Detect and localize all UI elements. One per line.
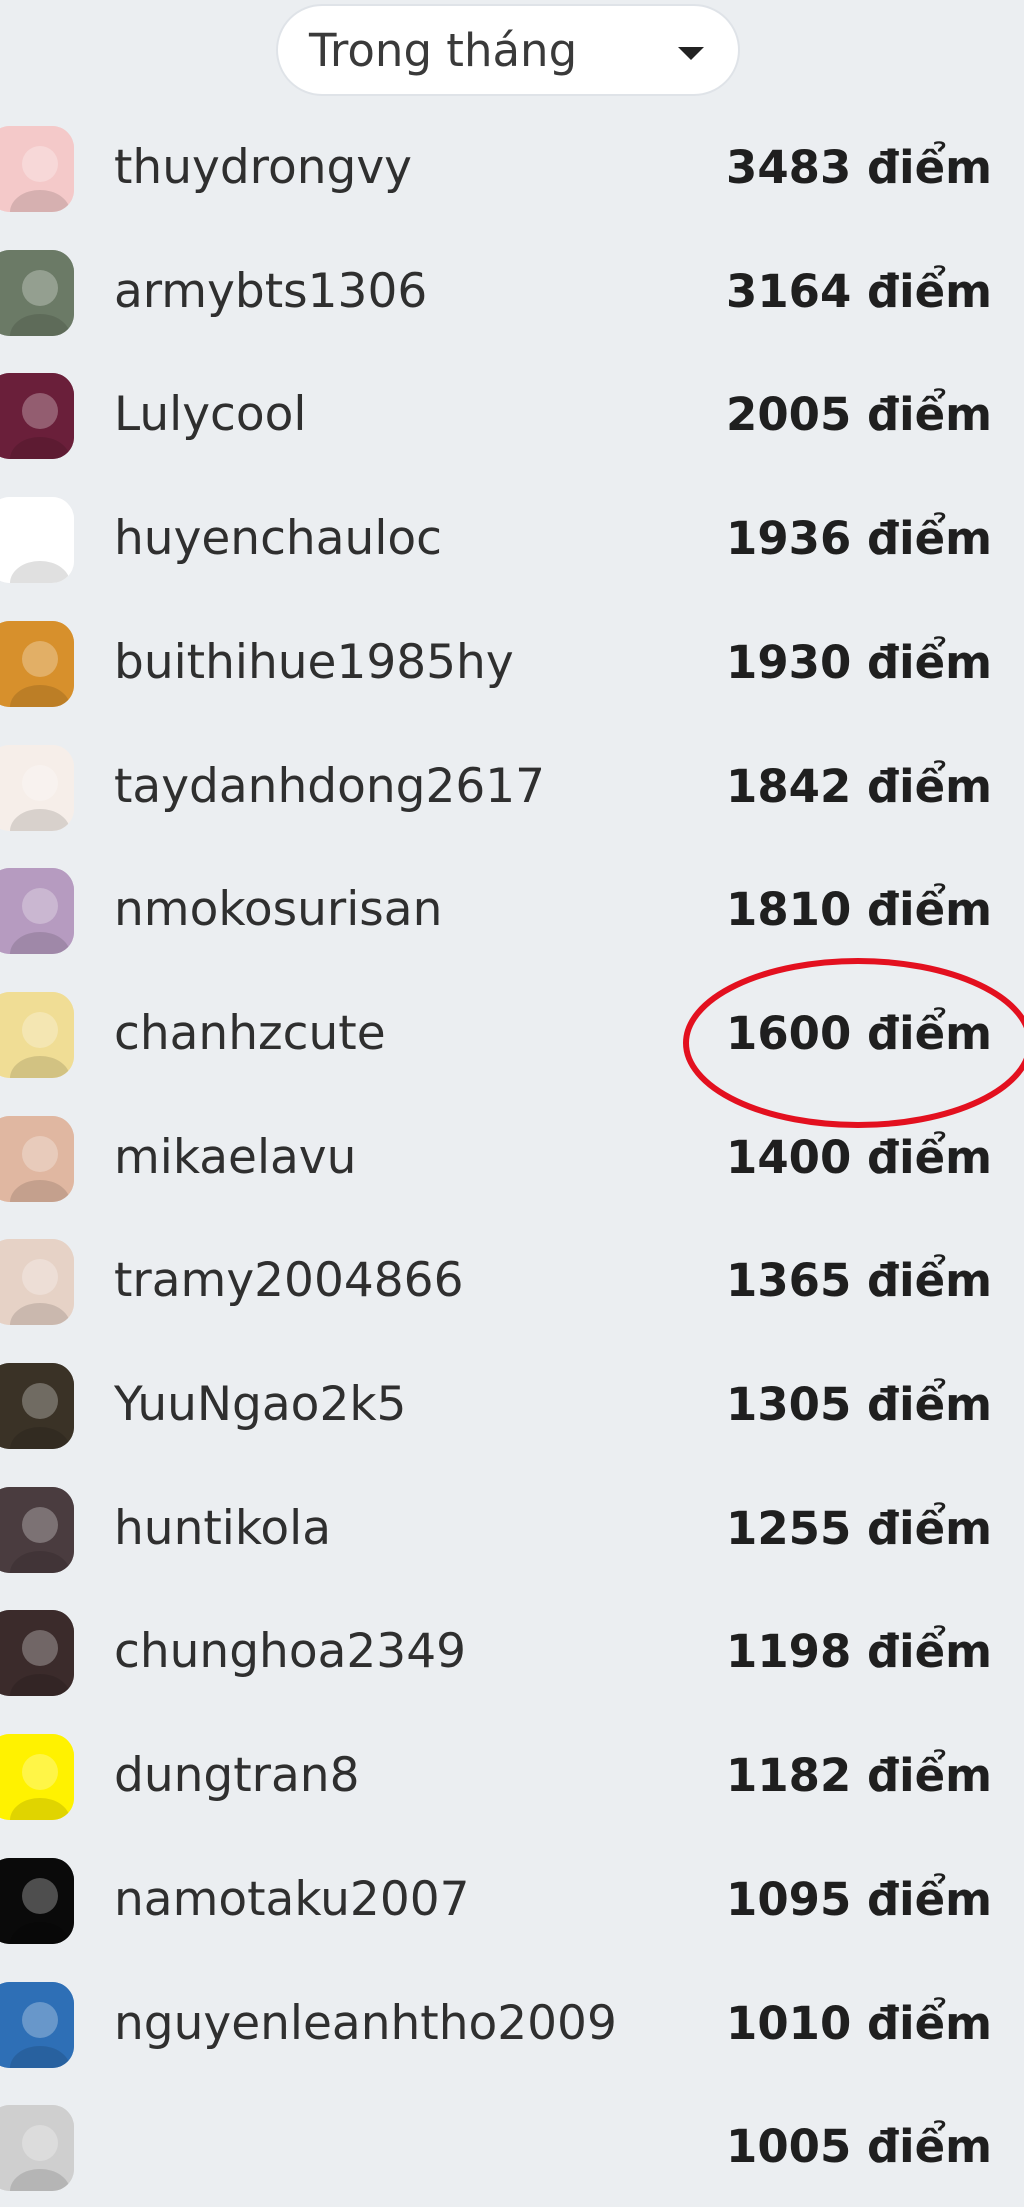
- avatar-image: [0, 250, 74, 336]
- avatar-image: [0, 1858, 74, 1944]
- username-link[interactable]: nmokosurisan: [114, 880, 442, 940]
- avatar-image: [0, 1239, 74, 1325]
- user-score: 1810 điểm: [726, 883, 992, 936]
- avatar-image: [0, 1487, 74, 1573]
- leaderboard-row[interactable]: nguyenleanhtho2009 1010 điểm: [0, 1966, 1024, 2084]
- avatar-image: [0, 2105, 74, 2191]
- leaderboard-row[interactable]: 1005 điểm: [0, 2089, 1024, 2207]
- time-filter-select[interactable]: Trong tháng: [276, 4, 740, 96]
- leaderboard-row[interactable]: nmokosurisan 1810 điểm: [0, 852, 1024, 970]
- user-score: 1255 điểm: [726, 1502, 992, 1555]
- username-link[interactable]: huntikola: [114, 1499, 331, 1559]
- user-avatar[interactable]: [0, 868, 74, 954]
- leaderboard-row[interactable]: thuydrongvy 3483 điểm: [0, 110, 1024, 228]
- user-score: 1305 điểm: [726, 1378, 992, 1431]
- user-avatar[interactable]: [0, 992, 74, 1078]
- user-score: 1930 điểm: [726, 636, 992, 689]
- leaderboard-row[interactable]: Lulycool 2005 điểm: [0, 357, 1024, 475]
- username-link[interactable]: buithihue1985hy: [114, 633, 514, 693]
- leaderboard-row[interactable]: taydanhdong2617 1842 điểm: [0, 729, 1024, 847]
- username-link[interactable]: dungtran8: [114, 1746, 360, 1806]
- username-link[interactable]: huyenchauloc: [114, 509, 442, 569]
- user-score: 2005 điểm: [726, 388, 992, 441]
- user-avatar[interactable]: [0, 1363, 74, 1449]
- avatar-image: [0, 126, 74, 212]
- leaderboard-row[interactable]: huyenchauloc 1936 điểm: [0, 481, 1024, 599]
- user-score: 1095 điểm: [726, 1873, 992, 1926]
- username-link[interactable]: mikaelavu: [114, 1128, 356, 1188]
- user-score: 1600 điểm: [726, 1007, 992, 1060]
- username-link[interactable]: tramy2004866: [114, 1251, 463, 1311]
- avatar-image: [0, 373, 74, 459]
- username-link[interactable]: thuydrongvy: [114, 138, 412, 198]
- leaderboard-row[interactable]: namotaku2007 1095 điểm: [0, 1842, 1024, 1960]
- user-avatar[interactable]: [0, 1610, 74, 1696]
- user-avatar[interactable]: [0, 497, 74, 583]
- user-score: 1005 điểm: [726, 2120, 992, 2173]
- user-avatar[interactable]: [0, 1858, 74, 1944]
- leaderboard-row[interactable]: armybts1306 3164 điểm: [0, 234, 1024, 352]
- user-avatar[interactable]: [0, 621, 74, 707]
- avatar-image: [0, 1363, 74, 1449]
- username-link[interactable]: chanhzcute: [114, 1004, 386, 1064]
- user-score: 1365 điểm: [726, 1254, 992, 1307]
- leaderboard-row[interactable]: chunghoa2349 1198 điểm: [0, 1594, 1024, 1712]
- avatar-image: [0, 621, 74, 707]
- username-link[interactable]: chunghoa2349: [114, 1622, 466, 1682]
- user-score: 1198 điểm: [726, 1625, 992, 1678]
- time-filter-label: Trong tháng: [309, 23, 578, 77]
- leaderboard-row[interactable]: mikaelavu 1400 điểm: [0, 1100, 1024, 1218]
- user-avatar[interactable]: [0, 126, 74, 212]
- caret-down-icon[interactable]: [678, 46, 704, 60]
- leaderboard-row[interactable]: chanhzcute 1600 điểm: [0, 976, 1024, 1094]
- user-avatar[interactable]: [0, 250, 74, 336]
- leaderboard-row[interactable]: YuuNgao2k5 1305 điểm: [0, 1347, 1024, 1465]
- user-avatar[interactable]: [0, 1116, 74, 1202]
- avatar-image: [0, 1610, 74, 1696]
- avatar-image: [0, 1734, 74, 1820]
- username-link[interactable]: Lulycool: [114, 385, 306, 445]
- avatar-image: [0, 992, 74, 1078]
- avatar-image: [0, 497, 74, 583]
- username-link[interactable]: namotaku2007: [114, 1870, 470, 1930]
- username-link[interactable]: nguyenleanhtho2009: [114, 1994, 617, 2054]
- avatar-image: [0, 1116, 74, 1202]
- leaderboard-row[interactable]: buithihue1985hy 1930 điểm: [0, 605, 1024, 723]
- leaderboard-row[interactable]: huntikola 1255 điểm: [0, 1471, 1024, 1589]
- avatar-image: [0, 1982, 74, 2068]
- user-score: 3483 điểm: [726, 141, 992, 194]
- username-link[interactable]: armybts1306: [114, 262, 427, 322]
- user-avatar[interactable]: [0, 1982, 74, 2068]
- leaderboard-list: thuydrongvy 3483 điểm armybts1306 3164 điểm…: [0, 0, 1024, 2191]
- user-avatar[interactable]: [0, 373, 74, 459]
- avatar-image: [0, 868, 74, 954]
- user-score: 1182 điểm: [726, 1749, 992, 1802]
- leaderboard-row[interactable]: dungtran8 1182 điểm: [0, 1718, 1024, 1836]
- user-score: 1010 điểm: [726, 1997, 992, 2050]
- username-link[interactable]: YuuNgao2k5: [114, 1375, 406, 1435]
- user-score: 1936 điểm: [726, 512, 992, 565]
- user-score: 1400 điểm: [726, 1131, 992, 1184]
- user-avatar[interactable]: [0, 745, 74, 831]
- user-avatar[interactable]: [0, 1239, 74, 1325]
- user-score: 3164 điểm: [726, 265, 992, 318]
- avatar-image: [0, 745, 74, 831]
- user-avatar[interactable]: [0, 2105, 74, 2191]
- username-link[interactable]: taydanhdong2617: [114, 757, 545, 817]
- time-filter-dropdown[interactable]: Trong tháng: [276, 4, 740, 96]
- user-score: 1842 điểm: [726, 760, 992, 813]
- leaderboard-row[interactable]: tramy2004866 1365 điểm: [0, 1223, 1024, 1341]
- user-avatar[interactable]: [0, 1734, 74, 1820]
- user-avatar[interactable]: [0, 1487, 74, 1573]
